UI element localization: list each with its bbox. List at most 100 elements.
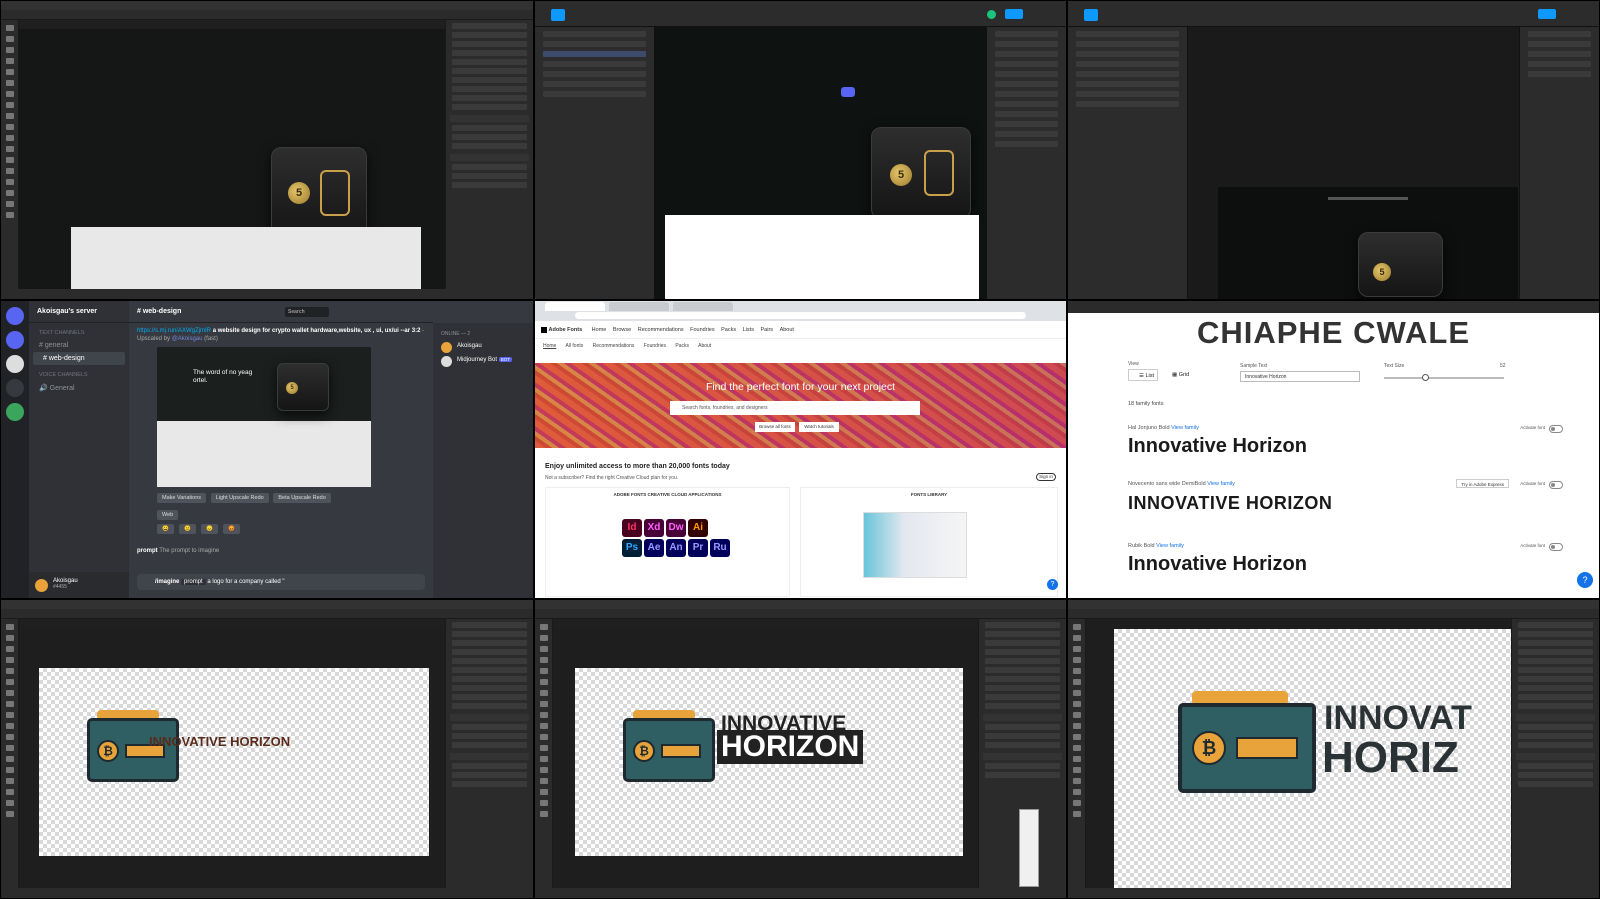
sample-text-select[interactable]: Innovative Horizon — [1240, 371, 1360, 382]
nav-browse[interactable]: Browse — [613, 327, 631, 333]
channel-general[interactable]: # general — [29, 339, 129, 352]
subnav-all-fonts[interactable]: All fonts — [565, 343, 583, 349]
document-tab[interactable] — [19, 20, 445, 29]
search-input[interactable]: Search — [285, 307, 329, 317]
layers-sidebar[interactable] — [1068, 27, 1188, 299]
browse-fonts-button[interactable]: Browse all fonts — [755, 422, 795, 432]
voice-channel-general[interactable]: 🔊 General — [29, 381, 129, 395]
message-link[interactable]: https://s.mj.run/AXWgZjmIR — [137, 328, 211, 334]
tools-panel[interactable] — [1, 20, 19, 289]
canvas[interactable]: ₿ INNOVATIVE HORIZON — [553, 628, 978, 888]
tools-panel[interactable] — [535, 619, 553, 888]
menu-bar[interactable] — [1, 600, 533, 609]
web-button[interactable]: Web — [157, 510, 179, 520]
reaction-1[interactable]: 😀 — [157, 524, 174, 534]
channel-web-design[interactable]: # web-design — [33, 352, 125, 365]
light-upscale-button[interactable]: Light Upscale Redo — [210, 493, 269, 503]
reaction-4[interactable]: 😡 — [223, 524, 241, 534]
slider-handle[interactable] — [1422, 374, 1429, 381]
subnav-home[interactable]: Home — [543, 343, 556, 349]
browser-tab[interactable] — [609, 302, 669, 311]
beta-upscale-button[interactable]: Beta Upscale Redo — [273, 493, 331, 503]
layers-panel[interactable] — [445, 619, 533, 888]
browser-tab[interactable] — [673, 302, 733, 311]
add-server-icon[interactable] — [6, 379, 24, 397]
view-grid-button[interactable]: ▦ Grid — [1166, 369, 1196, 381]
canvas[interactable]: ₿ INNOVAT HORIZ — [1086, 619, 1511, 889]
design-properties-panel[interactable] — [986, 27, 1066, 299]
nav-lists[interactable]: Lists — [743, 327, 754, 333]
document-tab[interactable] — [19, 619, 445, 628]
subnav-about[interactable]: About — [698, 343, 711, 349]
nav-pairs[interactable]: Pairs — [761, 327, 774, 333]
share-button[interactable] — [1538, 9, 1556, 19]
nav-foundries[interactable]: Foundries — [690, 327, 714, 333]
reaction-3[interactable]: 😞 — [201, 524, 219, 534]
options-bar[interactable] — [1068, 609, 1599, 619]
address-bar[interactable] — [575, 312, 1026, 319]
nav-about[interactable]: About — [780, 327, 794, 333]
menu-bar[interactable] — [535, 600, 1066, 609]
menu-bar[interactable] — [1068, 600, 1599, 609]
avatar[interactable] — [35, 579, 48, 592]
subnav-foundries[interactable]: Foundries — [644, 343, 666, 349]
text-channels-category[interactable]: TEXT CHANNELS — [29, 323, 129, 339]
server-name[interactable]: Akoisgau's server — [29, 301, 129, 323]
figma-toolbar[interactable] — [535, 1, 1066, 27]
nav-home[interactable]: Home — [592, 327, 607, 333]
layers-panel[interactable] — [445, 20, 533, 289]
nav-packs[interactable]: Packs — [721, 327, 736, 333]
sign-in-button[interactable]: Sign in — [1036, 473, 1056, 481]
logo-text-line-2[interactable]: HORIZ — [1322, 733, 1459, 783]
figma-move-tool[interactable] — [1084, 9, 1098, 21]
server-icon-midjourney[interactable] — [6, 355, 24, 373]
activate-font-toggle[interactable] — [1549, 425, 1563, 433]
subnav-packs[interactable]: Packs — [675, 343, 689, 349]
share-button[interactable] — [1005, 9, 1023, 19]
layers-panel[interactable] — [978, 619, 1066, 888]
design-properties-panel[interactable] — [1519, 27, 1599, 299]
layers-sidebar[interactable] — [535, 27, 655, 299]
help-button[interactable]: ? — [1577, 572, 1593, 588]
view-family-link[interactable]: View family — [1207, 481, 1235, 487]
discord-home-icon[interactable] — [6, 307, 24, 325]
figma-canvas[interactable]: 5 — [655, 27, 986, 299]
explore-servers-icon[interactable] — [6, 403, 24, 421]
activate-font-toggle[interactable] — [1549, 481, 1563, 489]
watch-tutorials-button[interactable]: Watch tutorials — [799, 422, 839, 432]
try-express-button[interactable]: Try in Adobe Express — [1456, 479, 1509, 488]
canvas[interactable]: ₿ INNOVATIVE HORIZON — [19, 628, 445, 888]
make-variations-button[interactable]: Make Variations — [157, 493, 207, 503]
options-bar[interactable] — [535, 609, 1066, 619]
activate-font-toggle[interactable] — [1549, 543, 1563, 551]
voice-channels-category[interactable]: VOICE CHANNELS — [29, 365, 129, 381]
message-input[interactable]: /imagine prompt a logo for a company cal… — [137, 574, 425, 590]
menu-bar[interactable] — [1, 1, 533, 10]
help-button[interactable]: ? — [1047, 579, 1058, 590]
layers-panel[interactable] — [1511, 619, 1599, 888]
member-akoisgau[interactable]: Akoisgau — [433, 337, 533, 353]
generated-image[interactable]: The word of no yeag ortel. 5 — [157, 347, 371, 487]
reaction-2[interactable]: 😐 — [179, 524, 196, 534]
logo-text[interactable]: INNOVATIVE HORIZON — [149, 734, 290, 749]
adobe-logo[interactable] — [541, 326, 547, 333]
figma-canvas[interactable]: 5 — [1188, 27, 1519, 299]
options-bar[interactable] — [1, 10, 533, 20]
server-list[interactable] — [1, 301, 29, 598]
canvas[interactable]: 5 — [19, 29, 445, 289]
logo-text-line-2[interactable]: HORIZON — [717, 730, 864, 764]
view-family-link[interactable]: View family — [1156, 543, 1184, 549]
nav-recommendations[interactable]: Recommendations — [638, 327, 684, 333]
avatar[interactable] — [987, 10, 996, 19]
text-size-slider[interactable] — [1384, 374, 1504, 381]
figma-toolbar[interactable] — [1068, 1, 1599, 27]
subnav-recommendations[interactable]: Recommendations — [593, 343, 635, 349]
server-icon-akoisgau[interactable] — [6, 331, 24, 349]
tools-panel[interactable] — [1, 619, 19, 888]
view-family-link[interactable]: View family — [1171, 425, 1199, 431]
document-tab[interactable] — [553, 619, 978, 628]
brand-name[interactable]: Adobe Fonts — [549, 327, 583, 333]
hero-search-input[interactable]: Search fonts, foundries, and designers — [670, 401, 920, 415]
tools-panel[interactable] — [1068, 619, 1086, 888]
options-bar[interactable] — [1, 609, 533, 619]
